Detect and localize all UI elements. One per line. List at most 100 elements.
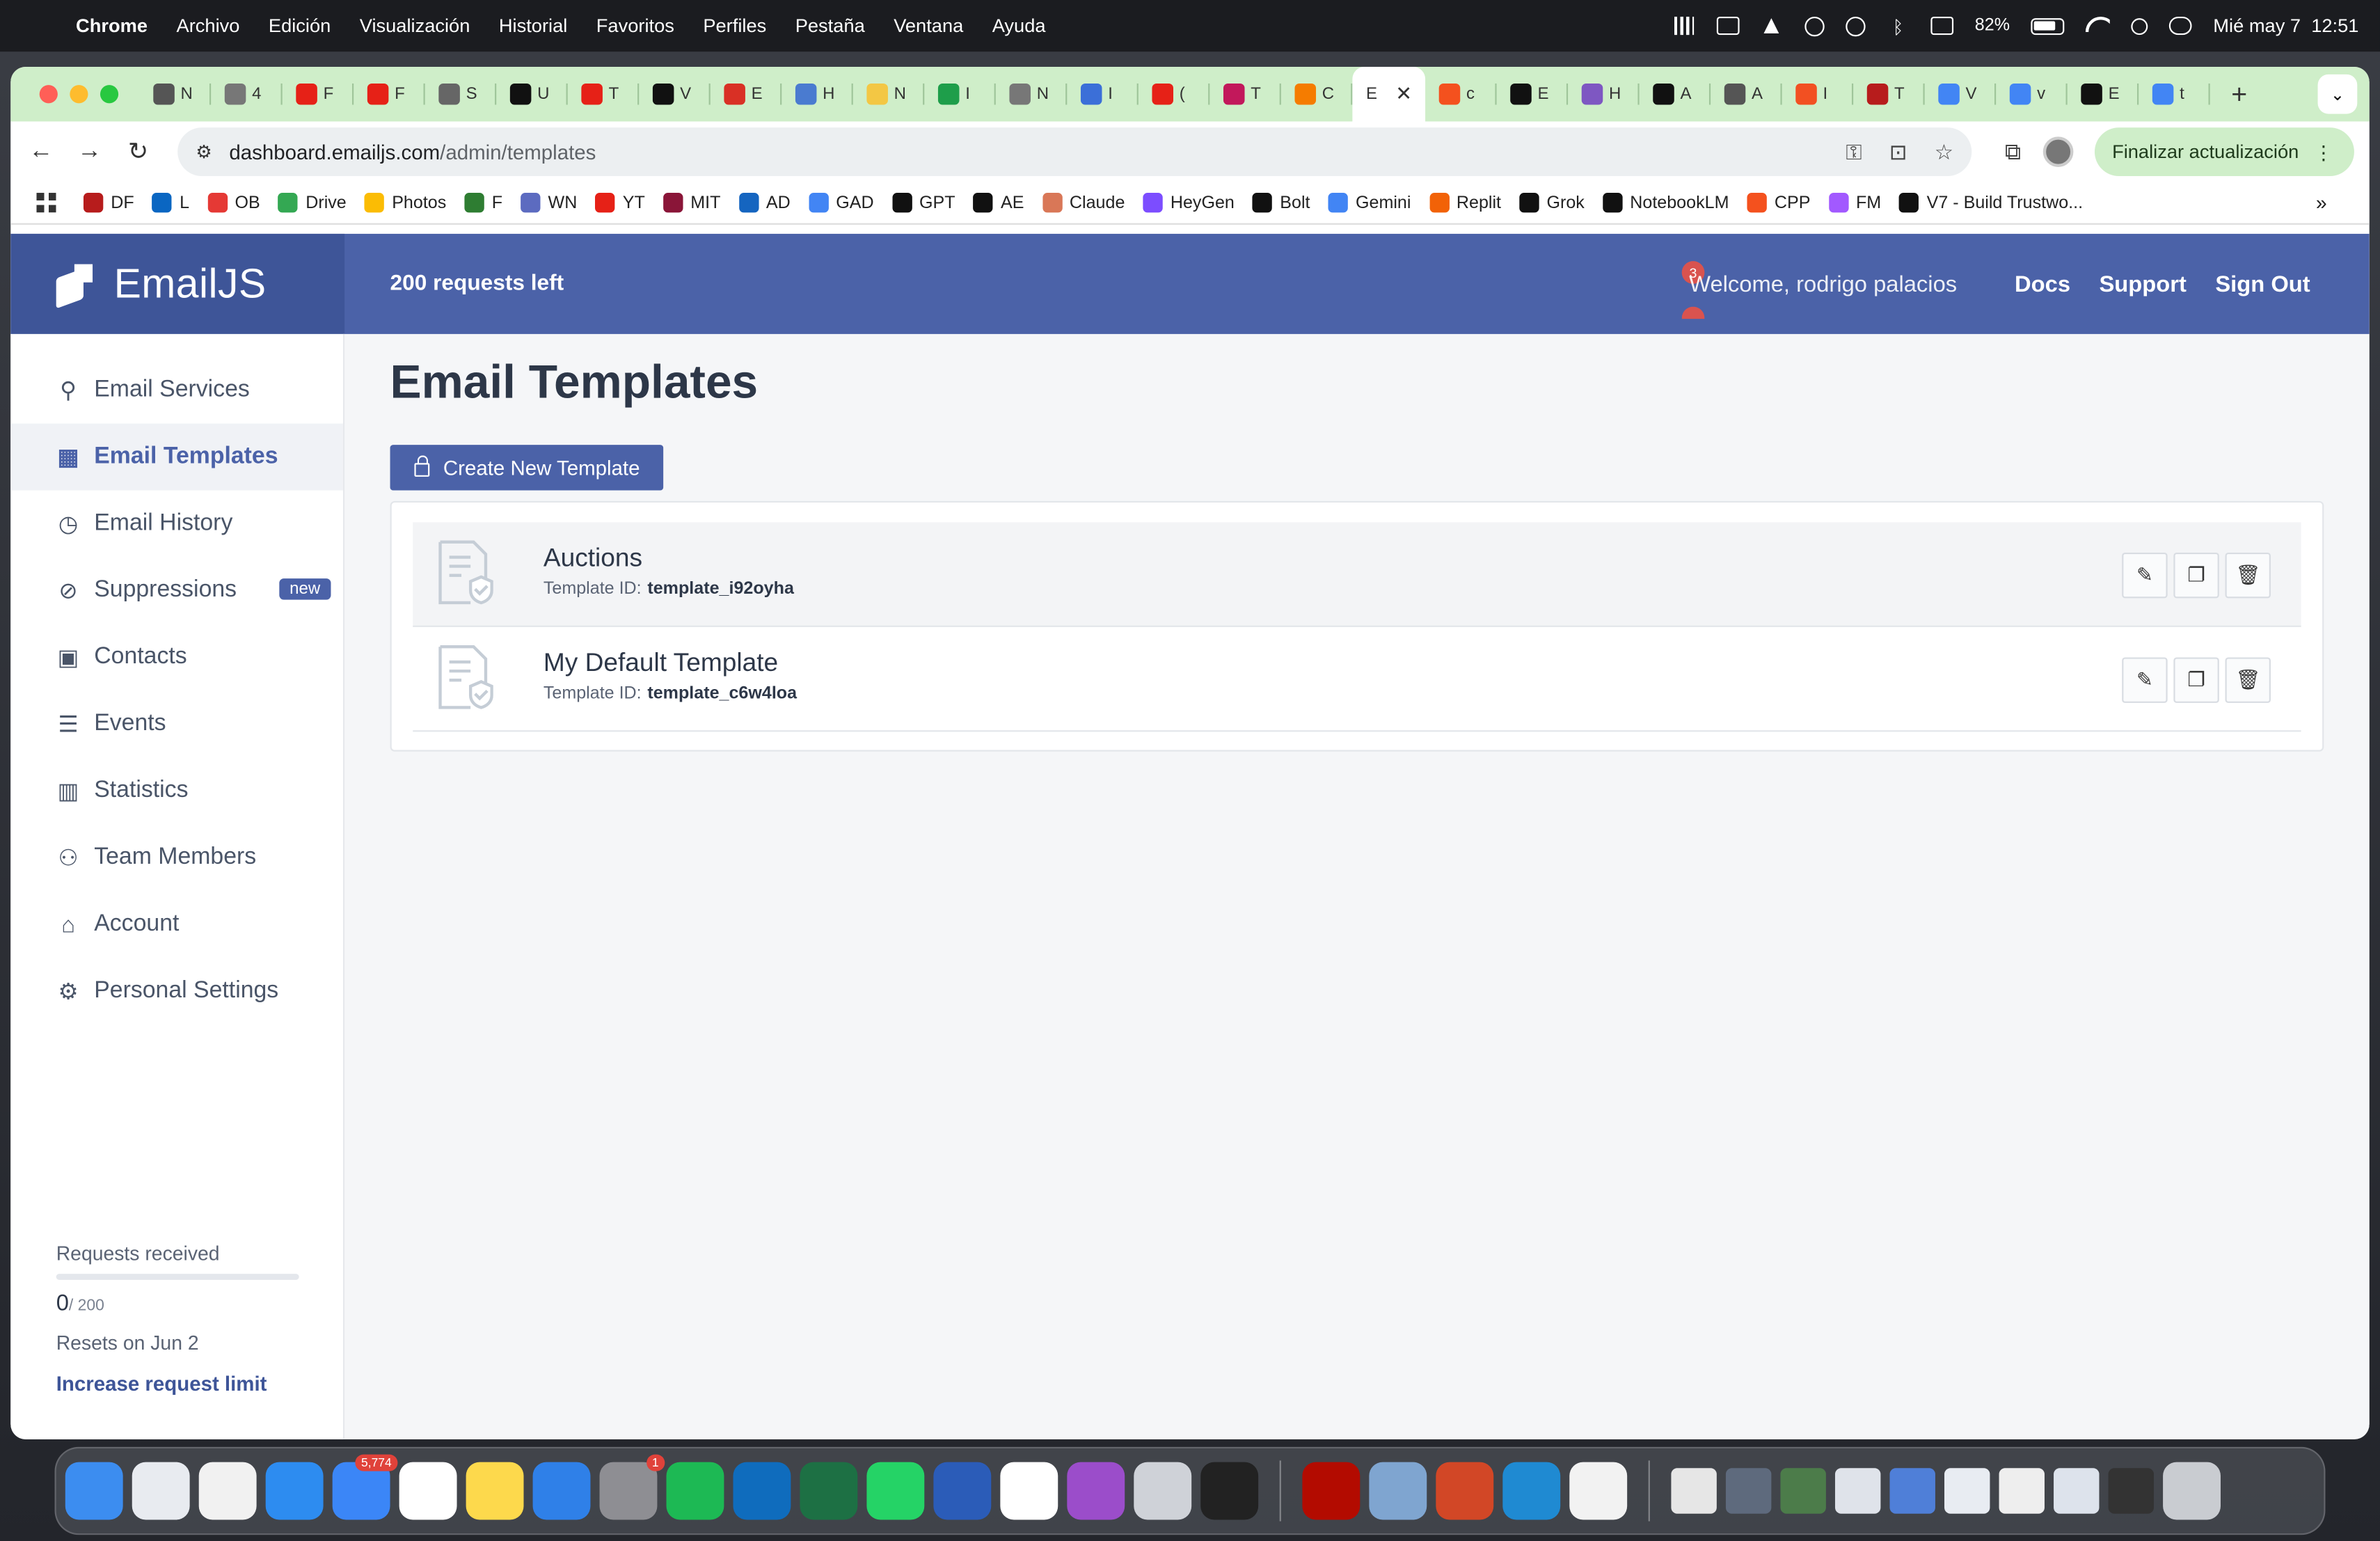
browser-tab[interactable]: H: [1568, 67, 1640, 122]
browser-tab[interactable]: A: [1711, 67, 1782, 122]
browser-tab[interactable]: V: [1925, 67, 1997, 122]
battery-icon[interactable]: [2031, 17, 2065, 35]
browser-tab[interactable]: T: [1209, 67, 1281, 122]
template-row[interactable]: Auctions Template ID: template_i92oyha ✎ …: [413, 522, 2301, 627]
menu-ayuda[interactable]: Ayuda: [992, 15, 1046, 37]
dock-app-screenshot[interactable]: [1834, 1468, 1881, 1514]
dock-app-notes[interactable]: [466, 1462, 524, 1520]
dock-app-spotify[interactable]: [666, 1462, 724, 1520]
dock-app-finder[interactable]: [65, 1462, 123, 1520]
bookmark-item[interactable]: MIT: [663, 193, 720, 213]
browser-tab[interactable]: S: [425, 67, 497, 122]
browser-tab[interactable]: t: [2139, 67, 2210, 122]
browser-tab[interactable]: 4: [211, 67, 283, 122]
keyboard-icon[interactable]: [1930, 16, 1954, 35]
dock-app-launchpad[interactable]: [132, 1462, 190, 1520]
menu-historial[interactable]: Historial: [499, 15, 567, 37]
dock-app-keynote[interactable]: [532, 1462, 591, 1520]
browser-tab[interactable]: T: [1853, 67, 1925, 122]
apps-grid-icon[interactable]: [36, 193, 56, 213]
dock-app-file[interactable]: [1889, 1468, 1935, 1514]
bookmark-star-icon[interactable]: ☆: [1935, 139, 1953, 165]
bookmark-item[interactable]: V7 - Build Trustwo...: [1899, 193, 2083, 213]
browser-tab[interactable]: F: [283, 67, 354, 122]
bluetooth-icon[interactable]: ᛒ: [1887, 17, 1910, 38]
dock-app-circle[interactable]: [1067, 1462, 1125, 1520]
browser-tab[interactable]: E: [711, 67, 782, 122]
minimize-window-button[interactable]: [70, 85, 88, 104]
template-row[interactable]: My Default Template Template ID: template…: [413, 627, 2301, 732]
browser-tab[interactable]: N: [996, 67, 1068, 122]
trash-icon[interactable]: 🗑: [2225, 657, 2271, 703]
bookmark-item[interactable]: F: [464, 193, 502, 213]
spotlight-search-icon[interactable]: [2131, 17, 2148, 35]
browser-tab[interactable]: I: [924, 67, 996, 122]
browser-tab[interactable]: E: [2068, 67, 2139, 122]
dock-app-system-settings[interactable]: 1: [599, 1454, 665, 1520]
dock-app-iphone-mirroring[interactable]: [1134, 1462, 1192, 1520]
bookmark-item[interactable]: AE: [973, 193, 1024, 213]
control-center-icon[interactable]: [2169, 16, 2192, 35]
user-name[interactable]: rodrigo palacios: [1796, 271, 1957, 297]
sidebar-item-team-members[interactable]: ⚇ Team Members: [10, 824, 343, 891]
drive-icon[interactable]: [1761, 17, 1784, 35]
logo[interactable]: EmailJS: [10, 233, 345, 334]
bookmark-item[interactable]: Grok: [1519, 193, 1585, 213]
bookmark-item[interactable]: Replit: [1429, 193, 1501, 213]
create-template-button[interactable]: Create New Template: [390, 445, 664, 491]
extensions-puzzle-icon[interactable]: ⧉: [2005, 139, 2021, 165]
sign-out-link[interactable]: Sign Out: [2215, 271, 2310, 297]
bookmark-item[interactable]: CPP: [1747, 193, 1811, 213]
url-text[interactable]: dashboard.emailjs.com/admin/templates: [229, 141, 596, 164]
bookmark-item[interactable]: L: [152, 193, 189, 213]
bookmark-item[interactable]: HeyGen: [1143, 193, 1235, 213]
bookmark-item[interactable]: FM: [1828, 193, 1881, 213]
bookmark-item[interactable]: Bolt: [1253, 193, 1310, 213]
dock-app-vs-code[interactable]: [1502, 1462, 1561, 1520]
menu-visualizacion[interactable]: Visualización: [360, 15, 470, 37]
menubar-clock[interactable]: Mié may 7 12:51: [2213, 15, 2358, 37]
browser-tab[interactable]: A: [1640, 67, 1711, 122]
menu-archivo[interactable]: Archivo: [177, 15, 240, 37]
browser-tab[interactable]: N: [853, 67, 925, 122]
back-button[interactable]: ←: [17, 138, 65, 165]
menu-perfiles[interactable]: Perfiles: [703, 15, 766, 37]
dock-app-word[interactable]: [933, 1462, 992, 1520]
more-bookmarks-icon[interactable]: »: [2316, 191, 2327, 214]
dock-app-dark-app[interactable]: [1200, 1462, 1259, 1520]
password-key-icon[interactable]: ⚿: [1846, 139, 1862, 165]
bookmark-item[interactable]: YT: [595, 193, 645, 213]
browser-tab[interactable]: H: [782, 67, 853, 122]
sidebar-item-personal-settings[interactable]: ⚙ Personal Settings: [10, 958, 343, 1025]
bookmark-item[interactable]: OB: [207, 193, 260, 213]
dock-app-screenshot[interactable]: [2054, 1468, 2100, 1514]
site-info-icon[interactable]: ⚙: [196, 141, 220, 163]
sidebar-item-statistics[interactable]: ▥ Statistics: [10, 757, 343, 824]
new-tab-button[interactable]: +: [2231, 78, 2247, 110]
wifi-icon[interactable]: [2086, 17, 2110, 35]
dock-app-calendar-widget[interactable]: [1000, 1462, 1058, 1520]
edit-pencil-icon[interactable]: ✎: [2122, 657, 2168, 703]
finish-update-button[interactable]: Finalizar actualización ⋮: [2093, 127, 2354, 177]
bookmark-item[interactable]: NotebookLM: [1602, 193, 1729, 213]
browser-tab[interactable]: F: [354, 67, 425, 122]
dock-app-powerpoint[interactable]: [1436, 1462, 1494, 1520]
browser-tab[interactable]: N: [140, 67, 212, 122]
menu-app-name[interactable]: Chrome: [76, 15, 148, 37]
sidebar-item-events[interactable]: ☰ Events: [10, 690, 343, 757]
copy-icon[interactable]: ❐: [2173, 552, 2219, 599]
reload-button[interactable]: ↻: [114, 136, 163, 167]
browser-tab[interactable]: I: [1067, 67, 1139, 122]
bookmark-item[interactable]: GAD: [808, 193, 874, 213]
bookmark-item[interactable]: Gemini: [1328, 193, 1411, 213]
browser-tab[interactable]: c: [1425, 67, 1497, 122]
dock-app-chrome[interactable]: [198, 1462, 257, 1520]
bookmark-item[interactable]: Photos: [364, 193, 446, 213]
dock-app-outlook[interactable]: [733, 1462, 791, 1520]
menu-ventana[interactable]: Ventana: [894, 15, 963, 37]
template-name[interactable]: Auctions: [544, 544, 642, 574]
menu-pestana[interactable]: Pestaña: [795, 15, 865, 37]
browser-tab[interactable]: V: [639, 67, 711, 122]
zoom-window-button[interactable]: [100, 85, 119, 104]
screen-mirror-icon[interactable]: [1717, 16, 1740, 35]
